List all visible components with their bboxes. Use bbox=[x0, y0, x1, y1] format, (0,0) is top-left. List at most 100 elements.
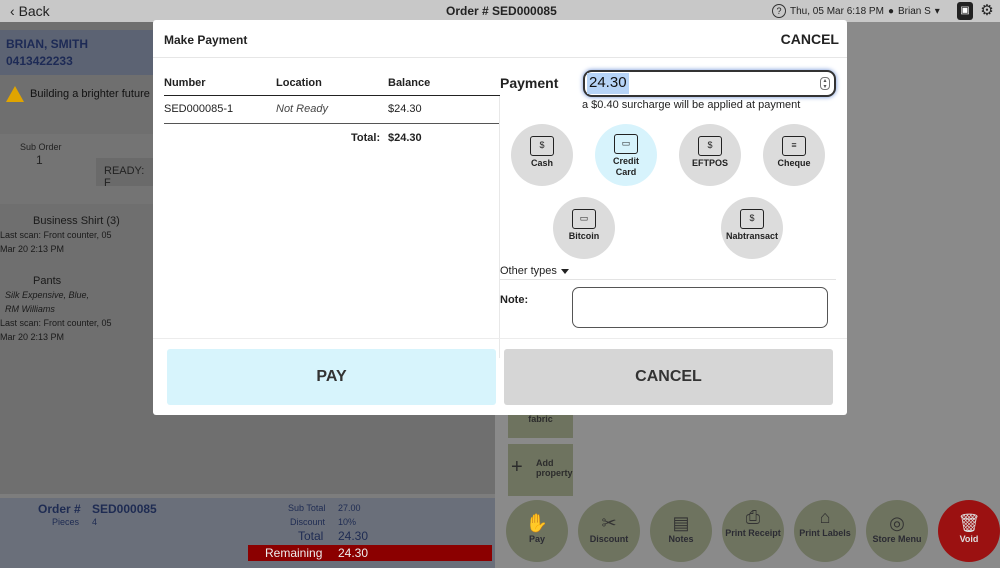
total-label: Total bbox=[298, 529, 324, 543]
warning-icon bbox=[6, 86, 24, 102]
item-detail: Mar 20 2:13 PM bbox=[0, 244, 65, 254]
divider bbox=[499, 96, 500, 358]
order-summary: Order # SED000085 Pieces 4 Sub Total 27.… bbox=[0, 498, 495, 568]
store-menu-action-button[interactable]: ◎ Store Menu bbox=[866, 500, 928, 562]
divider bbox=[500, 279, 836, 280]
other-types-dropdown[interactable]: Other types bbox=[500, 265, 569, 277]
payment-amount-selection: 24.30 bbox=[587, 73, 629, 94]
method-bitcoin[interactable]: ▭ Bitcoin bbox=[553, 197, 615, 259]
print-labels-action-button[interactable]: ⌂ Print Labels bbox=[794, 500, 856, 562]
user-menu[interactable]: Brian S bbox=[898, 6, 931, 17]
footer-divider bbox=[153, 338, 847, 339]
item-name: Pants bbox=[33, 275, 62, 287]
order-title: Order # SED000085 bbox=[446, 4, 557, 18]
total-value: 24.30 bbox=[338, 529, 369, 543]
pieces-label: Pieces bbox=[52, 517, 80, 527]
method-cheque[interactable]: ≡ Cheque bbox=[763, 124, 825, 186]
cell-balance: $24.30 bbox=[388, 103, 422, 115]
note-label: Note: bbox=[500, 294, 529, 306]
help-icon[interactable]: ? bbox=[772, 4, 786, 18]
method-cheque-label: Cheque bbox=[777, 158, 811, 168]
hand-coin-icon: ✋ bbox=[525, 513, 549, 533]
print-labels-action-label: Print Labels bbox=[799, 528, 851, 538]
column-location: Location bbox=[276, 77, 322, 89]
notes-action-button[interactable]: ▤ Notes bbox=[650, 500, 712, 562]
other-types-label: Other types bbox=[500, 265, 557, 277]
pay-button[interactable]: PAY bbox=[167, 349, 496, 405]
method-cash[interactable]: $ Cash bbox=[511, 124, 573, 186]
trash-icon: 🗑 bbox=[957, 513, 981, 533]
cheque-icon: ≡ bbox=[782, 136, 806, 156]
remaining-bar: Remaining 24.30 bbox=[248, 545, 492, 561]
customer-phone: 0413422233 bbox=[6, 54, 73, 68]
customer-name: BRIAN, SMITH bbox=[6, 37, 88, 51]
item-detail: RM Williams bbox=[5, 304, 55, 314]
plus-icon: + bbox=[511, 456, 523, 478]
method-credit-card[interactable]: ▭ Credit Card bbox=[595, 124, 657, 186]
user-icon: ● bbox=[887, 5, 894, 17]
fabric-label: fabric bbox=[528, 414, 553, 424]
dialog-title: Make Payment bbox=[164, 33, 248, 47]
gear-icon[interactable]: ⚙ bbox=[979, 2, 995, 20]
discount-value: 10% bbox=[338, 517, 357, 527]
scissors-icon: ✂ bbox=[601, 513, 617, 533]
sub-total-label: Sub Total bbox=[288, 503, 326, 513]
caret-down-icon bbox=[560, 268, 569, 274]
cash-icon: $ bbox=[530, 136, 554, 156]
method-eftpos[interactable]: $ EFTPOS bbox=[679, 124, 741, 186]
printer-icon: ⎙ bbox=[745, 507, 761, 527]
item-detail: Silk Expensive, Blue, bbox=[5, 290, 90, 300]
total-value: $24.30 bbox=[388, 132, 422, 144]
cell-number: SED000085-1 bbox=[164, 103, 234, 115]
ready-status: READY: F bbox=[96, 158, 156, 189]
void-action-button[interactable]: 🗑 Void bbox=[938, 500, 1000, 562]
back-button[interactable]: ‹ Back bbox=[10, 3, 50, 19]
item-name: Business Shirt (3) bbox=[33, 215, 120, 227]
item-detail: Last scan: Front counter, 05 bbox=[0, 318, 112, 328]
document-icon: ▤ bbox=[672, 513, 690, 533]
notes-action-label: Notes bbox=[668, 534, 694, 544]
pay-action-label: Pay bbox=[528, 534, 545, 544]
list-item[interactable]: Business Shirt (3) Last scan: Front coun… bbox=[0, 214, 153, 256]
datetime: Thu, 05 Mar 6:18 PM bbox=[790, 5, 884, 17]
fabric-tile[interactable]: fabric bbox=[508, 414, 573, 438]
header-cancel-button[interactable]: CANCEL bbox=[781, 31, 839, 47]
nabtransact-icon: $ bbox=[740, 209, 764, 229]
chevron-down-icon[interactable]: ▾ bbox=[935, 6, 940, 17]
washer-icon: ◎ bbox=[889, 513, 905, 533]
discount-action-label: Discount bbox=[589, 534, 629, 544]
print-receipt-action-label: Print Receipt bbox=[725, 528, 781, 538]
cell-location: Not Ready bbox=[276, 103, 328, 115]
surcharge-note: a $0.40 surcharge will be applied at pay… bbox=[582, 99, 801, 111]
pay-action-button[interactable]: ✋ Pay bbox=[506, 500, 568, 562]
discount-label: Discount bbox=[290, 517, 326, 527]
spinner-icon[interactable]: ▴ ▾ bbox=[820, 77, 830, 90]
cancel-button[interactable]: CANCEL bbox=[504, 349, 833, 405]
dialog-header: Make Payment CANCEL bbox=[153, 20, 847, 58]
topbar-right: ? Thu, 05 Mar 6:18 PM ● Brian S ▾ bbox=[772, 4, 940, 18]
method-eftpos-label: EFTPOS bbox=[691, 158, 728, 168]
balance-table: Number Location Balance SED000085-1 Not … bbox=[164, 72, 500, 124]
order-number-label: Order # bbox=[38, 502, 81, 516]
total-label: Total: bbox=[351, 132, 381, 144]
method-nabtransact[interactable]: $ Nabtransact bbox=[721, 197, 783, 259]
method-cash-label: Cash bbox=[530, 158, 553, 168]
eftpos-icon: $ bbox=[698, 136, 722, 156]
method-bitcoin-label: Bitcoin bbox=[568, 231, 600, 241]
table-row: SED000085-1 Not Ready $24.30 bbox=[164, 96, 500, 124]
order-number-value: SED000085 bbox=[92, 502, 157, 516]
list-item[interactable]: Pants Silk Expensive, Blue, RM Williams … bbox=[0, 274, 153, 344]
note-field[interactable] bbox=[572, 287, 828, 328]
column-number: Number bbox=[164, 77, 206, 89]
print-receipt-action-button[interactable]: ⎙ Print Receipt bbox=[722, 500, 784, 562]
remaining-value: 24.30 bbox=[338, 546, 369, 560]
tag-icon: ⌂ bbox=[819, 507, 831, 527]
device-icon[interactable]: ▣ bbox=[957, 2, 973, 20]
customer-card[interactable]: BRIAN, SMITH 0413422233 bbox=[0, 30, 153, 75]
add-property-tile[interactable]: + Add property bbox=[508, 444, 573, 496]
remaining-label: Remaining bbox=[265, 546, 323, 560]
sub-order-label: Sub Order bbox=[20, 142, 62, 152]
discount-action-button[interactable]: ✂ Discount bbox=[578, 500, 640, 562]
sub-order-number: 1 bbox=[36, 153, 43, 167]
bitcoin-icon: ▭ bbox=[572, 209, 596, 229]
